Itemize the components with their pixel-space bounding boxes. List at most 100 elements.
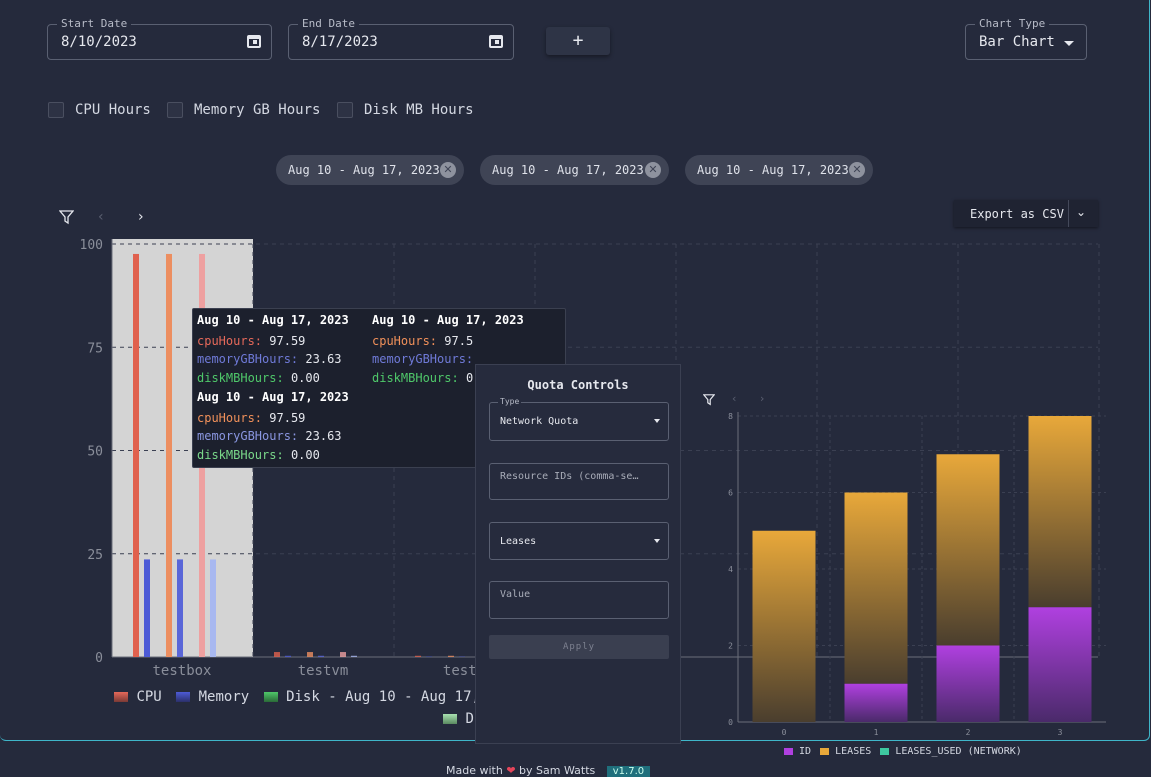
legend-label-memory[interactable]: Memory	[199, 689, 250, 705]
legend-swatch-id	[784, 748, 793, 755]
checkbox-label: Memory GB Hours	[194, 102, 320, 118]
tooltip-row: memoryGBHours:	[372, 352, 473, 366]
chevron-down-icon	[1064, 41, 1074, 46]
tooltip-header: Aug 10 - Aug 17, 2023	[197, 390, 349, 404]
calendar-icon[interactable]	[247, 35, 261, 48]
end-date-field[interactable]: End Date 8/17/2023	[288, 24, 514, 60]
chevron-right-icon[interactable]: ›	[760, 392, 764, 405]
tooltip-value: 23.63	[305, 429, 341, 443]
export-label: Export as CSV	[970, 207, 1064, 221]
tooltip-key: diskMBHours:	[197, 448, 284, 462]
tooltip-value: 97.5	[444, 334, 473, 348]
counter-value: Leases	[500, 536, 536, 547]
tooltip-row: memoryGBHours: 23.63	[197, 352, 342, 366]
tooltip-value: 0	[466, 371, 473, 385]
add-range-button[interactable]: +	[546, 27, 610, 55]
tooltip-key: diskMBHours:	[197, 371, 284, 385]
heart-icon: ❤	[506, 764, 515, 777]
chart-type-label: Chart Type	[975, 17, 1049, 31]
close-icon[interactable]: ✕	[849, 162, 865, 178]
type-value: Network Quota	[500, 416, 578, 427]
calendar-icon[interactable]	[489, 35, 503, 48]
legend-label-leases-used[interactable]: LEASES_USED (NETWORK)	[895, 746, 1021, 757]
tooltip-value: 97.59	[269, 411, 305, 425]
chevron-left-icon[interactable]: ‹	[98, 209, 104, 225]
checkbox-label: CPU Hours	[75, 102, 151, 118]
resource-ids-input[interactable]: Resource IDs (comma-se…	[489, 463, 669, 500]
panel-title: Quota Controls	[476, 378, 680, 392]
legend-swatch-disk	[264, 692, 278, 702]
apply-button[interactable]: Apply	[489, 635, 669, 659]
main-chart-legend: CPU Memory Disk - Aug 10 - Aug 17, 2	[114, 689, 497, 705]
checkbox-box[interactable]	[48, 102, 64, 118]
chevron-down-icon	[654, 539, 660, 543]
chevron-down-icon[interactable]: ⌄	[1076, 205, 1086, 219]
close-icon[interactable]: ✕	[645, 162, 661, 178]
tooltip-row: diskMBHours: 0.00	[197, 371, 320, 385]
legend-swatch-disk-2	[443, 714, 457, 724]
tooltip-header: Aug 10 - Aug 17, 2023	[372, 313, 524, 327]
chip-label: Aug 10 - Aug 17, 2023	[492, 163, 644, 177]
tooltip-key: diskMBHours:	[372, 371, 459, 385]
value-placeholder: Value	[500, 589, 530, 600]
tooltip-value: 0.00	[291, 371, 320, 385]
legend-label-id[interactable]: ID	[799, 746, 811, 757]
date-range-chip[interactable]: Aug 10 - Aug 17, 2023 ✕	[276, 155, 464, 185]
quota-controls-panel: Quota Controls Type Network Quota Resour…	[475, 364, 681, 744]
chart-type-select[interactable]: Chart Type Bar Chart	[965, 24, 1087, 60]
end-date-label: End Date	[298, 17, 359, 31]
tooltip-row: cpuHours: 97.5	[372, 334, 473, 348]
date-range-chip[interactable]: Aug 10 - Aug 17, 2023 ✕	[685, 155, 873, 185]
quota-chart-legend: ID LEASES LEASES_USED (NETWORK)	[784, 746, 1022, 757]
date-range-chip[interactable]: Aug 10 - Aug 17, 2023 ✕	[480, 155, 669, 185]
disk-hours-checkbox[interactable]: Disk MB Hours	[337, 102, 477, 118]
checkbox-box[interactable]	[337, 102, 353, 118]
tooltip-key: memoryGBHours:	[372, 352, 473, 366]
legend-label-cpu[interactable]: CPU	[136, 689, 161, 705]
start-date-value: 8/10/2023	[61, 34, 137, 50]
legend-swatch-leases	[820, 748, 829, 755]
filter-icon[interactable]	[59, 210, 74, 229]
tooltip-key: cpuHours:	[372, 334, 437, 348]
value-input[interactable]: Value	[489, 581, 669, 619]
chevron-right-icon[interactable]: ›	[138, 209, 144, 225]
footer-text: Made with	[446, 764, 503, 777]
checkbox-box[interactable]	[167, 102, 183, 118]
footer-author[interactable]: by Sam Watts	[519, 764, 595, 777]
tooltip-key: cpuHours:	[197, 334, 262, 348]
memory-hours-checkbox[interactable]: Memory GB Hours	[167, 102, 327, 118]
counter-select[interactable]: Leases	[489, 522, 669, 560]
filter-icon[interactable]	[703, 394, 715, 410]
legend-label-disk[interactable]: Disk - Aug 10 - Aug 17, 2	[286, 689, 497, 705]
tooltip-value: 97.59	[269, 334, 305, 348]
tooltip-row: diskMBHours: 0.00	[197, 448, 320, 462]
tooltip-key: memoryGBHours:	[197, 352, 298, 366]
divider	[1068, 200, 1069, 227]
cpu-hours-checkbox[interactable]: CPU Hours	[48, 102, 158, 118]
checkbox-label: Disk MB Hours	[364, 102, 474, 118]
tooltip-value: 23.63	[305, 352, 341, 366]
tooltip-key: cpuHours:	[197, 411, 262, 425]
quota-type-select[interactable]: Type Network Quota	[489, 402, 669, 441]
legend-swatch-memory	[176, 692, 190, 702]
close-icon[interactable]: ✕	[440, 162, 456, 178]
legend-swatch-leases-used	[880, 748, 889, 755]
export-csv-button[interactable]: Export as CSV ⌄	[954, 200, 1098, 227]
legend-label-leases[interactable]: LEASES	[835, 746, 871, 757]
tooltip-row: memoryGBHours: 23.63	[197, 429, 342, 443]
chip-label: Aug 10 - Aug 17, 2023	[288, 163, 440, 177]
tooltip-row: cpuHours: 97.59	[197, 334, 305, 348]
legend-swatch-cpu	[114, 692, 128, 702]
footer: Made with ❤ by Sam Watts v1.7.0	[446, 764, 650, 777]
chip-label: Aug 10 - Aug 17, 2023	[697, 163, 849, 177]
type-label: Type	[498, 397, 521, 407]
end-date-value: 8/17/2023	[302, 34, 378, 50]
chevron-down-icon	[654, 419, 660, 423]
tooltip-header: Aug 10 - Aug 17, 2023	[197, 313, 349, 327]
resource-ids-placeholder: Resource IDs (comma-se…	[500, 471, 638, 482]
chart-type-value: Bar Chart	[979, 34, 1055, 50]
tooltip-key: memoryGBHours:	[197, 429, 298, 443]
chevron-left-icon[interactable]: ‹	[732, 392, 736, 405]
start-date-label: Start Date	[57, 17, 131, 31]
start-date-field[interactable]: Start Date 8/10/2023	[47, 24, 272, 60]
